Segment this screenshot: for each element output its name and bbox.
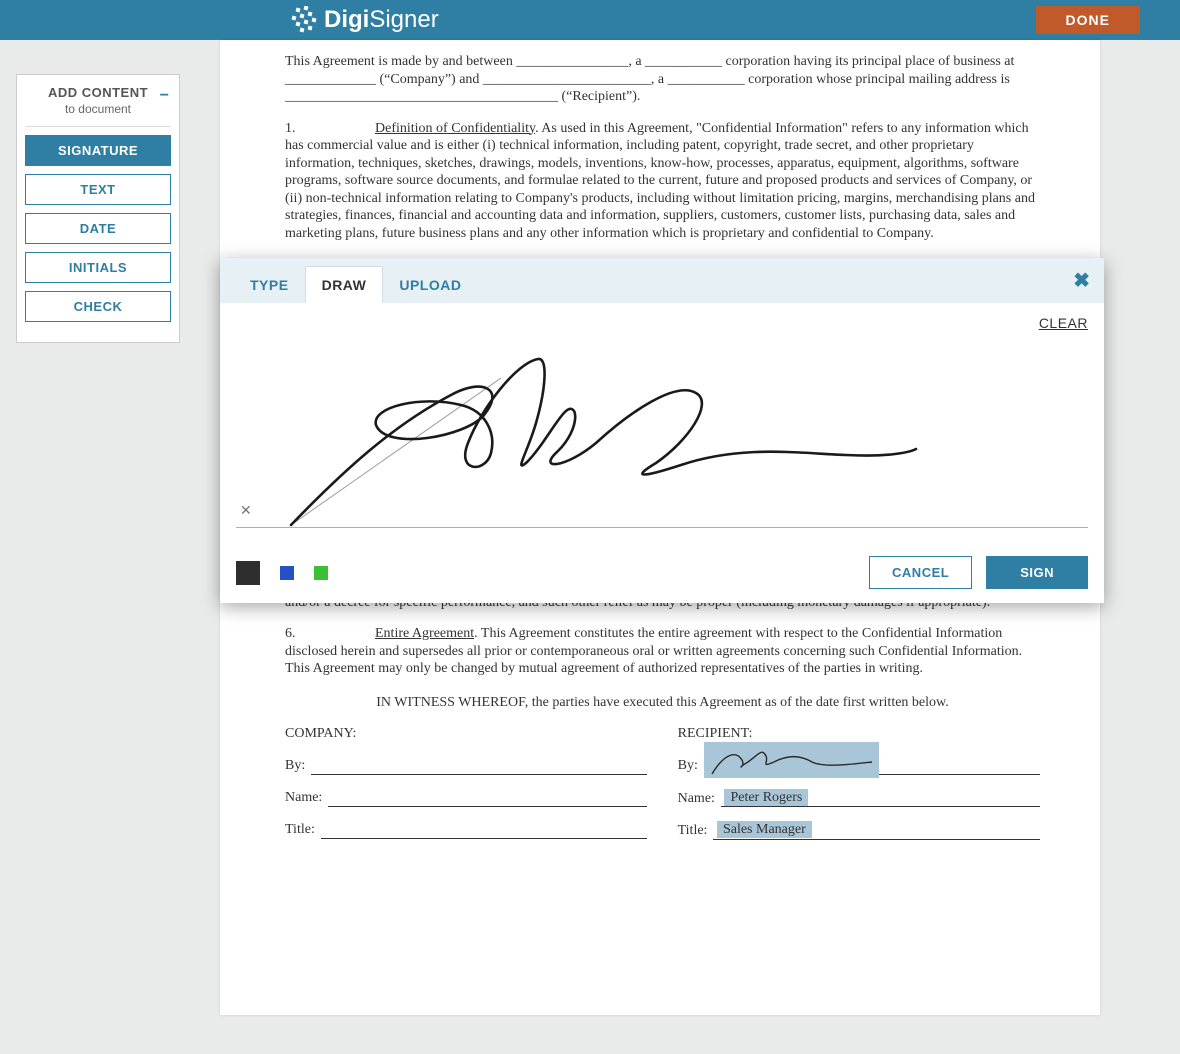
baseline-x-icon: ✕ (240, 502, 252, 519)
modal-overlay: TYPE DRAW UPLOAD ✖ CLEAR ✕ CANCEL SIGN (0, 0, 1180, 1054)
signature-canvas[interactable]: ✕ (236, 333, 1088, 528)
tab-upload[interactable]: UPLOAD (383, 267, 477, 303)
cancel-button[interactable]: CANCEL (869, 556, 972, 589)
modal-footer: CANCEL SIGN (220, 546, 1104, 603)
tab-draw[interactable]: DRAW (305, 266, 384, 303)
color-swatch-green[interactable] (314, 566, 328, 580)
modal-tabs: TYPE DRAW UPLOAD ✖ (220, 258, 1104, 303)
signature-modal: TYPE DRAW UPLOAD ✖ CLEAR ✕ CANCEL SIGN (220, 258, 1104, 603)
color-swatch-blue[interactable] (280, 566, 294, 580)
modal-body: CLEAR ✕ (220, 303, 1104, 546)
sign-button[interactable]: SIGN (986, 556, 1088, 589)
drawn-signature-icon (236, 333, 1086, 528)
clear-button[interactable]: CLEAR (236, 311, 1088, 333)
close-icon[interactable]: ✖ (1073, 268, 1090, 293)
color-swatch-black[interactable] (236, 561, 260, 585)
tab-type[interactable]: TYPE (234, 267, 305, 303)
